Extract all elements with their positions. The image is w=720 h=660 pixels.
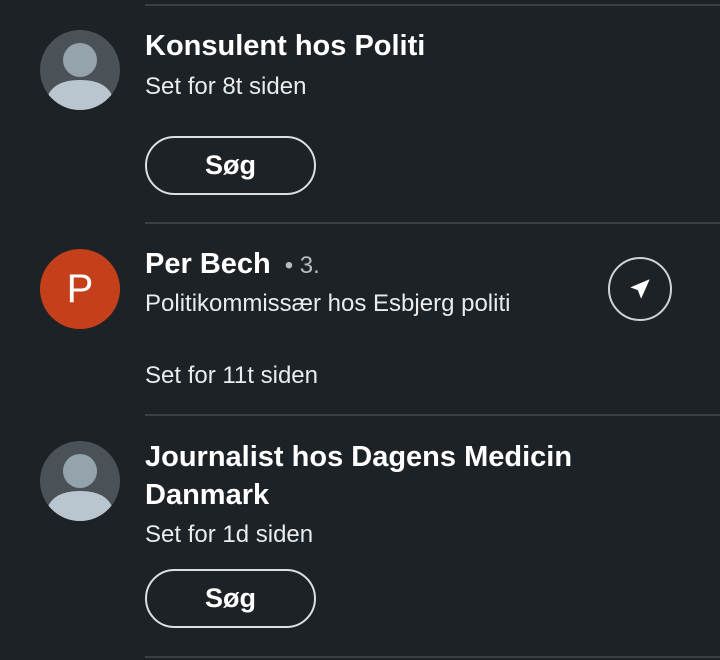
seen-time: Set for 8t siden	[145, 73, 307, 100]
search-button[interactable]: Søg	[145, 569, 316, 628]
item-title[interactable]: Konsulent hos Politi	[145, 27, 425, 65]
divider	[145, 222, 720, 224]
item-title[interactable]: Journalist hos Dagens Medicin Danmark	[145, 438, 625, 514]
avatar[interactable]	[40, 30, 120, 110]
send-icon	[630, 279, 650, 299]
divider	[145, 656, 720, 658]
person-headline: Politikommissær hos Esbjerg politi	[145, 290, 511, 317]
avatar[interactable]: P	[40, 249, 120, 329]
divider	[145, 414, 720, 416]
seen-time: Set for 11t siden	[145, 362, 318, 389]
connection-degree: • 3.	[284, 252, 320, 279]
search-button[interactable]: Søg	[145, 136, 316, 195]
send-message-button[interactable]	[608, 257, 672, 321]
ghost-avatar-icon	[46, 43, 114, 110]
avatar[interactable]	[40, 441, 120, 521]
ghost-avatar-icon	[46, 454, 114, 521]
avatar-letter: P	[66, 266, 94, 311]
divider	[145, 4, 720, 6]
seen-time: Set for 1d siden	[145, 521, 314, 548]
person-name-row: Per Bech • 3.	[145, 245, 320, 285]
person-name[interactable]: Per Bech	[145, 248, 271, 280]
